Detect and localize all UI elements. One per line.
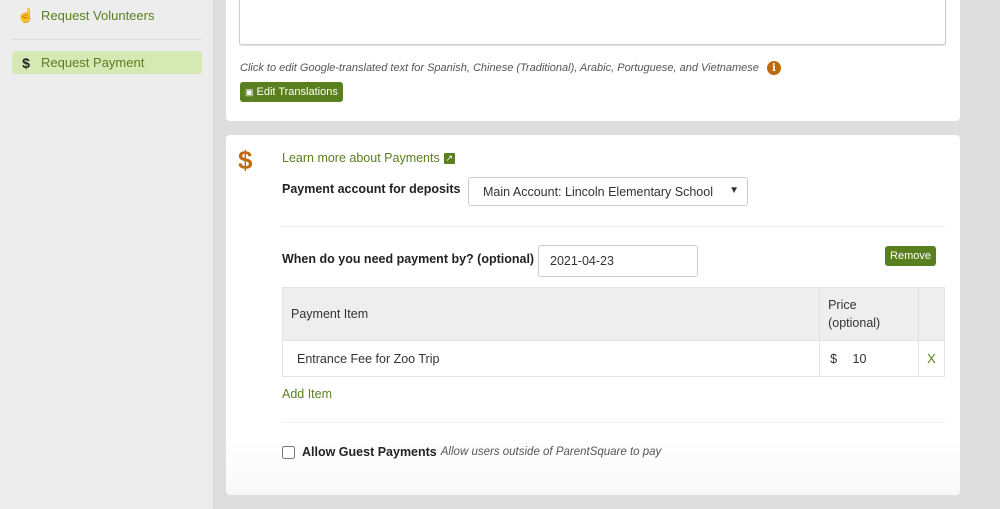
payment-account-label: Payment account for deposits [282, 182, 461, 196]
edit-translations-button[interactable]: ▣ Edit Translations [240, 82, 343, 102]
edit-translations-label: Edit Translations [256, 86, 338, 98]
divider [282, 226, 945, 227]
payment-section-icon: $ [238, 145, 253, 175]
divider [282, 422, 945, 423]
sidebar-item-request-payment[interactable]: $ Request Payment [12, 51, 202, 74]
delete-cell: X [918, 340, 945, 377]
message-card: Click to edit Google-translated text for… [226, 0, 960, 121]
header-price: Price (optional) [819, 287, 920, 341]
table-header-row: Payment Item Price (optional) [281, 287, 945, 341]
payment-card: $ Learn more about Payments ↗ Payment ac… [226, 135, 960, 495]
payment-account-value: Main Account: Lincoln Elementary School [483, 184, 713, 199]
translate-icon: ▣ [245, 86, 254, 97]
header-price-line2: (optional) [828, 316, 881, 330]
currency-symbol: $ [830, 351, 838, 366]
payment-item-name-input[interactable]: Entrance Fee for Zoo Trip [281, 340, 821, 377]
add-item-link[interactable]: Add Item [282, 387, 332, 401]
sidebar-item-request-volunteers[interactable]: ☝ Request Volunteers [12, 4, 202, 27]
chevron-down-icon: ▼ [729, 185, 739, 196]
learn-more-payments-link[interactable]: Learn more about Payments ↗ [282, 151, 455, 165]
message-textarea[interactable] [239, 0, 946, 45]
price-value: 10 [852, 351, 867, 366]
translation-note: Click to edit Google-translated text for… [240, 61, 781, 75]
sidebar-divider [12, 39, 202, 40]
external-link-icon: ↗ [443, 152, 455, 164]
payment-due-date-input[interactable]: 2021-04-23 [538, 245, 698, 277]
header-actions [918, 287, 945, 341]
hand-icon: ☝ [17, 7, 35, 23]
table-row: Entrance Fee for Zoo Trip $ 10 X [281, 340, 945, 377]
sidebar-item-label: Request Volunteers [41, 8, 155, 23]
payment-account-select[interactable]: Main Account: Lincoln Elementary School … [468, 177, 748, 206]
allow-guest-payments[interactable]: Allow Guest Payments Allow users outside… [282, 445, 661, 459]
allow-guest-payments-label: Allow Guest Payments [302, 445, 437, 459]
header-payment-item: Payment Item [281, 287, 821, 341]
payment-items-table: Payment Item Price (optional) Entrance F… [281, 287, 945, 377]
remove-payment-button[interactable]: Remove [885, 246, 936, 266]
sidebar-item-label: Request Payment [41, 55, 145, 70]
info-icon[interactable]: i [766, 61, 781, 75]
payment-item-price-input[interactable]: $ 10 [819, 340, 920, 377]
delete-item-icon[interactable]: X [927, 351, 936, 366]
allow-guest-payments-checkbox[interactable] [282, 445, 295, 459]
payment-due-label: When do you need payment by? (optional) [282, 252, 535, 266]
sidebar: ☝ Request Volunteers $ Request Payment [0, 0, 214, 509]
dollar-icon: $ [22, 54, 30, 71]
header-price-line1: Price [828, 298, 857, 312]
learn-more-label: Learn more about Payments [282, 151, 440, 165]
translation-note-text: Click to edit Google-translated text for… [240, 62, 759, 74]
allow-guest-payments-hint: Allow users outside of ParentSquare to p… [440, 446, 662, 458]
